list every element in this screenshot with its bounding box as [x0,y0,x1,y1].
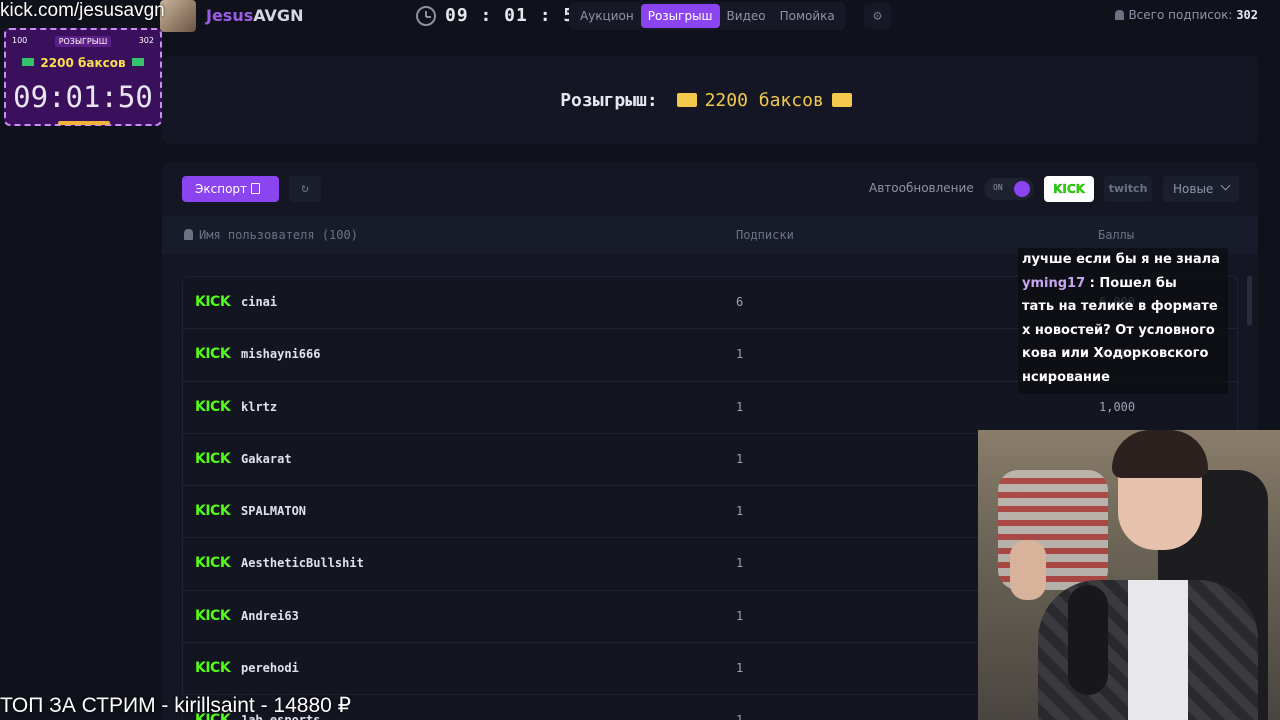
toggle-state: ON [993,183,1003,192]
tab-video[interactable]: Видео [720,4,773,28]
sort-select[interactable]: Новые [1163,176,1239,202]
document-icon [251,183,261,194]
scrollbar[interactable] [1247,276,1252,326]
refresh-button[interactable]: ↻ [289,176,321,202]
widget-right-count: 302 [138,36,154,45]
chat-overlay: лучше если бы я не знала yming17 : Пошел… [1018,248,1228,394]
chat-line: лучше если бы я не знала [1022,252,1220,267]
chat-line: тать на телике в формате [1022,299,1218,314]
export-button[interactable]: Экспорт [182,176,279,202]
row-username: mishayni666 [241,347,321,362]
widget-title: РОЗЫГРЫШ [54,36,112,47]
person-icon [1115,10,1125,20]
widget-top: 100 РОЗЫГРЫШ 302 [12,36,154,47]
top-donor-ticker: ТОП ЗА СТРИМ - kirillsaint - 14880 ₽ [0,694,351,717]
row-username: Andrei63 [241,608,299,623]
header-user-label: Имя пользователя (100) [199,228,358,242]
raffle-widget: 100 РОЗЫГРЫШ 302 2200 баксов 09:01:50 [4,28,162,126]
kick-logo-icon: KICK [195,346,231,363]
kick-logo-icon: KICK [195,398,231,415]
settings-gear-icon[interactable]: ⚙ [864,3,891,29]
raffle-title-panel: Розыгрыш: 2200 баксов [162,56,1258,144]
webcam-feed [978,430,1280,720]
tab-auction[interactable]: Аукцион [573,4,641,28]
chat-line: х новостей? От условного [1022,322,1215,338]
tab-trash[interactable]: Помойка [773,4,842,28]
clock-icon [416,6,436,26]
row-subs: 1 [736,713,743,720]
total-subs: Всего подписок: 302 [1115,8,1258,22]
toggle-knob [1014,181,1030,197]
envelope-icon [676,93,697,107]
logo-part1: Jesus [206,6,254,25]
widget-prize-text: 2200 баксов [40,56,126,70]
top-bar: JesusAVGN 09 : 01 : 50 Аукцион Розыгрыш … [0,0,1280,32]
auto-update-label: Автообновление [869,181,974,195]
kick-url-overlay: kick.com/jesusavgn [0,0,165,21]
row-username: SPALMATON [241,504,307,519]
logo-part2: AVGN [253,6,304,25]
kick-filter-label: KICK [1053,182,1085,196]
chat-text: : Пошел бы [1085,275,1177,291]
row-subs: 1 [736,661,744,676]
widget-progress-bar [58,121,110,125]
header-points[interactable]: Баллы [1098,228,1134,242]
chat-line: yming17 : Пошел бы [1018,272,1228,296]
row-username: perehodi [241,661,299,676]
row-username: AestheticBullshit [241,556,364,571]
kick-logo-icon: KICK [195,660,231,677]
kick-filter-button[interactable]: KICK [1044,176,1094,202]
channel-avatar [160,0,196,32]
sort-value: Новые [1173,182,1214,196]
cash-icon [22,58,35,66]
header-subs[interactable]: Подписки [736,228,794,242]
widget-prize: 2200 баксов [6,56,160,70]
kick-logo-icon: KICK [195,294,231,310]
header-user[interactable]: Имя пользователя (100) [184,228,358,242]
tab-raffle[interactable]: Розыгрыш [640,4,720,28]
kick-logo-icon: KICK [195,555,231,572]
person-icon [184,229,193,240]
widget-timer: 09:01:50 [13,80,153,114]
subs-value: 302 [1236,8,1258,22]
row-username: Gakarat [241,451,292,466]
channel-logo[interactable]: JesusAVGN [206,6,303,25]
row-username: klrtz [241,399,278,414]
chat-line: нсирование [1022,369,1110,385]
row-subs: 1 [736,504,744,519]
cash-icon [131,58,144,66]
chevron-down-icon [1220,180,1231,191]
chat-nick: yming17 [1022,275,1086,291]
kick-logo-icon: KICK [195,503,231,520]
envelope-icon [831,93,852,107]
row-subs: 1 [736,451,744,466]
raffle-title-label: Розыгрыш: [560,90,658,111]
kick-logo-icon: KICK [195,607,231,624]
row-points: 1,000 [1099,399,1136,414]
row-username: cinai [241,295,278,309]
subs-label: Всего подписок: [1128,8,1233,22]
raffle-title: Розыгрыш: 2200 баксов [162,90,1258,111]
auto-update-toggle[interactable]: ON [984,178,1034,200]
kick-logo-icon: KICK [195,450,231,467]
header-timer: 09 : 01 : 50 [445,5,588,26]
twitch-filter-button[interactable]: twitch [1104,176,1152,202]
row-subs: 6 [736,295,744,309]
row-subs: 1 [736,608,744,623]
chat-line: кова или Ходорковского [1022,346,1209,361]
nav-tabs: Аукцион Розыгрыш Видео Помойка [569,2,846,30]
row-subs: 1 [736,556,744,571]
row-subs: 1 [736,347,744,362]
export-label: Экспорт [195,182,248,196]
widget-left-count: 100 [12,36,28,45]
row-subs: 1 [736,399,744,414]
raffle-prize: 2200 баксов [704,90,824,111]
